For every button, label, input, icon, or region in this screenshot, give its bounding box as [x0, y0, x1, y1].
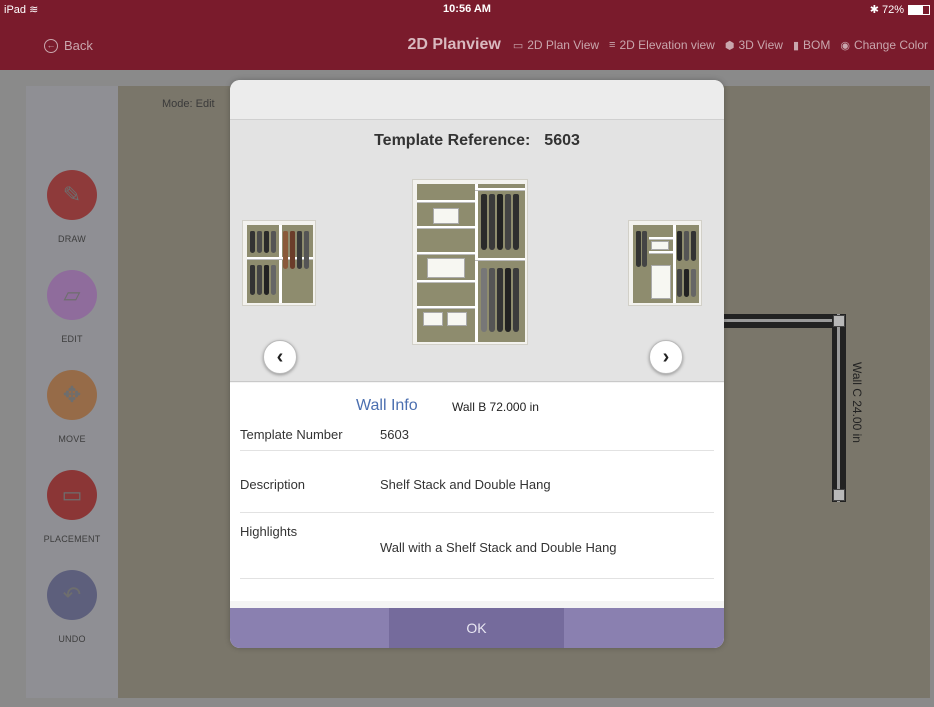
placement-tool[interactable]: ▭ PLACEMENT — [26, 470, 118, 544]
elevation-icon: ≡ — [609, 39, 616, 51]
wall-c-label: Wall C 24.00 in — [850, 362, 864, 443]
highlights-value: Wall with a Shelf Stack and Double Hang — [380, 540, 617, 555]
plan-view-icon: ▭ — [512, 39, 524, 52]
highlights-label: Highlights — [240, 524, 298, 539]
undo-label: UNDO — [58, 634, 86, 644]
dialog-header — [230, 80, 724, 120]
wall-info-heading: Wall Info — [356, 397, 418, 414]
row-divider — [240, 578, 714, 579]
palette-icon: ◉ — [840, 39, 850, 52]
row-divider — [240, 450, 714, 451]
nav-3d-view[interactable]: ⬢ 3D View — [725, 38, 783, 52]
status-bar: iPad ≋ 10:56 AM ✱ 72% — [0, 0, 934, 20]
wall-info-value: Wall B 72.000 in — [452, 400, 539, 414]
battery-icon — [908, 5, 930, 15]
nav-2d-plan-view[interactable]: ▭ 2D Plan View — [513, 38, 599, 52]
pencil-icon: ✎ — [47, 170, 97, 220]
prev-template-button[interactable]: ‹ — [263, 340, 297, 374]
status-time: 10:56 AM — [443, 3, 491, 15]
undo-icon: ↶ — [47, 570, 97, 620]
back-label: Back — [64, 38, 93, 53]
template-carousel[interactable]: Template Reference: 5603 ‹ › — [230, 120, 724, 382]
draw-label: DRAW — [58, 234, 86, 244]
placement-icon: ▭ — [47, 470, 97, 520]
back-arrow-icon: ← — [44, 38, 58, 53]
battery-label: ✱ 72% — [869, 4, 904, 16]
nav-2d-elevation-view[interactable]: ≡ 2D Elevation view — [609, 38, 715, 52]
template-thumbnail-next[interactable] — [628, 220, 702, 306]
wall-c-segment[interactable] — [832, 314, 846, 502]
cube-icon: ⬢ — [724, 39, 735, 52]
row-divider — [240, 512, 714, 513]
draw-tool[interactable]: ✎ DRAW — [26, 170, 118, 244]
nav-change-color[interactable]: ◉ Change Color — [840, 38, 928, 52]
wall-b-segment[interactable] — [724, 314, 842, 328]
description-value: Shelf Stack and Double Hang — [380, 477, 551, 492]
bluetooth-icon: ✱ — [869, 4, 879, 16]
undo-tool[interactable]: ↶ UNDO — [26, 570, 118, 644]
wall-end-handle[interactable] — [833, 489, 845, 501]
chevron-right-icon: › — [662, 345, 670, 368]
ruler-icon: ▱ — [47, 270, 97, 320]
move-arrows-icon: ✥ — [47, 370, 97, 420]
ok-button[interactable]: OK — [389, 608, 564, 648]
template-image-main — [412, 179, 528, 345]
wall-corner-handle[interactable] — [833, 315, 845, 327]
move-label: MOVE — [58, 434, 86, 444]
nav-bom[interactable]: ▮ BOM — [793, 38, 830, 52]
template-dialog: Template Reference: 5603 ‹ › Wall Info W… — [230, 80, 724, 648]
page-title: 2D Planview — [407, 36, 501, 53]
dialog-footer: OK — [230, 608, 724, 648]
move-tool[interactable]: ✥ MOVE — [26, 370, 118, 444]
top-bar: iPad ≋ 10:56 AM ✱ 72% ← Back 2D Planview… — [0, 0, 934, 70]
description-label: Description — [240, 477, 306, 492]
document-icon: ▮ — [792, 39, 799, 52]
next-template-button[interactable]: › — [649, 340, 683, 374]
mode-label: Mode: Edit — [162, 98, 215, 110]
placement-label: PLACEMENT — [43, 534, 101, 544]
template-reference: Template Reference: 5603 — [374, 132, 580, 149]
edit-label: EDIT — [61, 334, 83, 344]
template-thumbnail-prev[interactable] — [242, 220, 316, 306]
template-number-value: 5603 — [380, 427, 409, 442]
nav-bar: 2D Planview ▭ 2D Plan View ≡ 2D Elevation … — [407, 36, 928, 54]
template-info-panel: Wall Info Wall B 72.000 in Template Numb… — [230, 383, 724, 601]
edit-tool[interactable]: ▱ EDIT — [26, 270, 118, 344]
template-number-label: Template Number — [240, 427, 343, 442]
chevron-left-icon: ‹ — [276, 345, 284, 368]
back-button[interactable]: ← Back — [44, 38, 93, 53]
